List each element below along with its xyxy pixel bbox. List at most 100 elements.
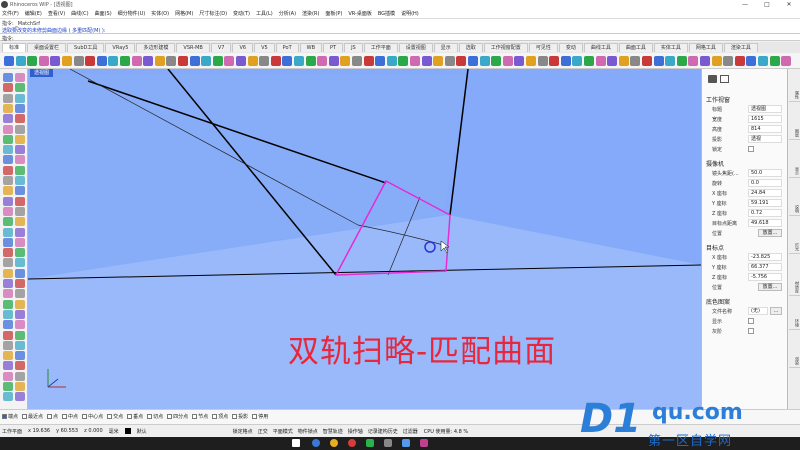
toolbar-tab[interactable]: 设置视图 bbox=[398, 43, 433, 52]
tool-icon[interactable] bbox=[3, 279, 13, 288]
tool-icon[interactable] bbox=[3, 289, 13, 299]
menu-item[interactable]: 曲线(C) bbox=[71, 10, 88, 17]
menu-item[interactable]: VR-桌面板 bbox=[348, 10, 372, 17]
tool-icon[interactable] bbox=[3, 103, 13, 113]
menu-item[interactable]: 分析(A) bbox=[279, 10, 296, 17]
toolbar-tab[interactable]: 标准 bbox=[2, 43, 27, 52]
osnap-option[interactable]: 中心点 bbox=[82, 413, 103, 420]
toolbar-icon[interactable] bbox=[62, 56, 72, 66]
tool-icon[interactable] bbox=[3, 371, 13, 381]
status-toggle[interactable]: 智慧轨迹 bbox=[323, 428, 343, 435]
toolbar-icon[interactable] bbox=[769, 56, 780, 66]
tool-icon[interactable] bbox=[3, 309, 13, 319]
toolbar-icon[interactable] bbox=[282, 56, 293, 66]
toolbar-icon[interactable] bbox=[595, 56, 606, 66]
browse-button[interactable]: … bbox=[770, 307, 782, 315]
toolbar-icon[interactable] bbox=[491, 56, 502, 66]
tool-icon[interactable] bbox=[15, 217, 25, 227]
toolbar-icon[interactable] bbox=[758, 56, 768, 66]
taskbar-app-icon[interactable] bbox=[312, 439, 320, 447]
toolbar-icon[interactable] bbox=[665, 56, 676, 66]
tool-icon[interactable] bbox=[15, 114, 25, 124]
toolbar-icon[interactable] bbox=[178, 56, 188, 66]
menu-item[interactable]: 渲染(R) bbox=[302, 10, 319, 17]
toolbar-icon[interactable] bbox=[468, 56, 478, 66]
toolbar-tab[interactable]: VSR-MB bbox=[176, 43, 210, 52]
status-toggle[interactable]: 锁定格点 bbox=[233, 428, 253, 435]
title-field[interactable]: 透视图 bbox=[748, 105, 782, 113]
side-tab[interactable]: 环境 bbox=[789, 317, 800, 330]
lens-field[interactable]: 50.0 bbox=[748, 169, 782, 177]
tool-icon[interactable] bbox=[3, 73, 13, 82]
toolbar-icon[interactable] bbox=[723, 56, 734, 66]
status-cplane[interactable]: 工作平面 bbox=[2, 428, 22, 435]
status-toggle[interactable]: 记录建构历史 bbox=[368, 428, 398, 435]
layer-icon[interactable] bbox=[720, 75, 729, 83]
menu-item[interactable]: 尺寸标注(D) bbox=[199, 10, 227, 17]
osnap-option[interactable]: 最近点 bbox=[22, 413, 43, 420]
osnap-checkbox[interactable] bbox=[82, 414, 88, 419]
tool-icon[interactable] bbox=[3, 155, 13, 165]
tool-icon[interactable] bbox=[15, 206, 25, 216]
toolbar-icon[interactable] bbox=[734, 56, 745, 66]
toolbar-icon[interactable] bbox=[317, 56, 328, 66]
tool-icon[interactable] bbox=[15, 248, 25, 258]
osnap-option[interactable]: 垂点 bbox=[127, 413, 143, 420]
tool-icon[interactable] bbox=[3, 268, 13, 278]
toolbar-icon[interactable] bbox=[386, 56, 397, 66]
tool-icon[interactable] bbox=[15, 320, 25, 330]
tool-icon[interactable] bbox=[3, 237, 13, 247]
toolbar-icon[interactable] bbox=[630, 56, 641, 66]
target-distance-field[interactable]: 49.618 bbox=[748, 219, 782, 227]
camera-x-field[interactable]: 24.84 bbox=[748, 189, 782, 197]
menu-item[interactable]: 曲面(S) bbox=[95, 10, 112, 17]
tool-icon[interactable] bbox=[3, 351, 13, 361]
toolbar-tab[interactable]: SubD工具 bbox=[67, 43, 105, 52]
locked-checkbox[interactable] bbox=[748, 146, 754, 152]
toolbar-icon[interactable] bbox=[236, 56, 246, 66]
tool-icon[interactable] bbox=[3, 340, 13, 350]
menu-item[interactable]: 面板(P) bbox=[325, 10, 342, 17]
toolbar-icon[interactable] bbox=[166, 56, 177, 66]
tool-icon[interactable] bbox=[15, 351, 25, 361]
tool-icon[interactable] bbox=[3, 196, 13, 206]
menu-item[interactable]: 查看(V) bbox=[48, 10, 65, 17]
toolbar-icon[interactable] bbox=[618, 56, 629, 66]
tool-icon[interactable] bbox=[15, 289, 25, 299]
toolbar-icon[interactable] bbox=[212, 56, 223, 66]
tool-icon[interactable] bbox=[15, 134, 25, 144]
toolbar-icon[interactable] bbox=[514, 56, 525, 66]
osnap-checkbox[interactable] bbox=[22, 414, 28, 419]
toolbar-tab[interactable]: 网格工具 bbox=[688, 43, 723, 52]
tool-icon[interactable] bbox=[3, 83, 13, 93]
toolbar-icon[interactable] bbox=[131, 56, 142, 66]
tool-icon[interactable] bbox=[15, 268, 25, 278]
toolbar-icon[interactable] bbox=[456, 56, 467, 66]
toolbar-icon[interactable] bbox=[340, 56, 351, 66]
osnap-option[interactable]: 四分点 bbox=[167, 413, 188, 420]
tool-icon[interactable] bbox=[15, 155, 25, 165]
target-z-field[interactable]: -5.756 bbox=[748, 273, 782, 281]
osnap-option[interactable]: 端点 bbox=[2, 413, 18, 420]
toolbar-icon[interactable] bbox=[305, 56, 316, 66]
side-tab[interactable]: 说明 bbox=[789, 203, 800, 216]
menu-item[interactable]: 文件(F) bbox=[2, 10, 19, 17]
toolbar-icon[interactable] bbox=[549, 56, 560, 66]
tool-icon[interactable] bbox=[15, 103, 25, 113]
camera-place-button[interactable]: 放置... bbox=[758, 229, 782, 237]
tool-icon[interactable] bbox=[3, 382, 13, 391]
tool-icon[interactable] bbox=[3, 165, 13, 175]
tool-icon[interactable] bbox=[3, 392, 13, 402]
toolbar-icon[interactable] bbox=[352, 56, 362, 66]
osnap-checkbox[interactable] bbox=[232, 414, 238, 419]
side-tab[interactable]: 显示 bbox=[789, 165, 800, 178]
osnap-option[interactable]: 中点 bbox=[62, 413, 78, 420]
toolbar-tab[interactable]: 实体工具 bbox=[653, 43, 688, 52]
toolbar-tab[interactable]: 曲线工具 bbox=[583, 43, 618, 52]
toolbar-icon[interactable] bbox=[688, 56, 699, 66]
tool-icon[interactable] bbox=[15, 83, 25, 93]
target-y-field[interactable]: 66.377 bbox=[748, 263, 782, 271]
toolbar-icon[interactable] bbox=[410, 56, 420, 66]
close-button[interactable]: ✕ bbox=[778, 0, 800, 9]
osnap-checkbox[interactable] bbox=[252, 414, 258, 419]
